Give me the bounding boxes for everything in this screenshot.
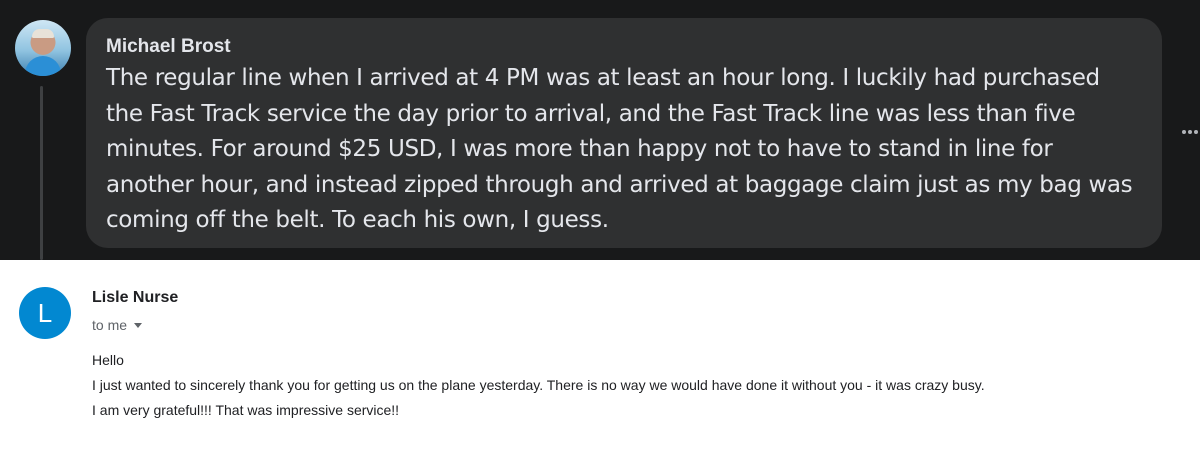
- comment-author[interactable]: Michael Brost: [106, 35, 1142, 59]
- email-body: Hello I just wanted to sincerely thank y…: [92, 348, 1182, 423]
- email-body-line: I am very grateful!!! That was impressiv…: [92, 402, 400, 418]
- comment-section: Michael Brost The regular line when I ar…: [0, 0, 1200, 260]
- email-message: L Lisle Nurse to me Hello I just wanted …: [0, 260, 1200, 450]
- comment-text: The regular line when I arrived at 4 PM …: [106, 65, 1133, 233]
- email-body-line: Hello: [92, 352, 124, 368]
- recipient-label: to me: [92, 317, 128, 333]
- reply-thread-line: [40, 86, 43, 260]
- chevron-down-icon[interactable]: [134, 322, 143, 328]
- commenter-avatar[interactable]: [15, 20, 71, 76]
- more-horizontal-icon[interactable]: [1182, 124, 1198, 140]
- sender-name: Lisle Nurse: [92, 289, 179, 306]
- comment-bubble: Michael Brost The regular line when I ar…: [86, 18, 1162, 248]
- recipient-details-toggle[interactable]: to me: [92, 317, 143, 333]
- email-body-line: I just wanted to sincerely thank you for…: [92, 377, 985, 393]
- sender-avatar[interactable]: L: [19, 287, 71, 339]
- sender-avatar-letter: L: [37, 297, 53, 328]
